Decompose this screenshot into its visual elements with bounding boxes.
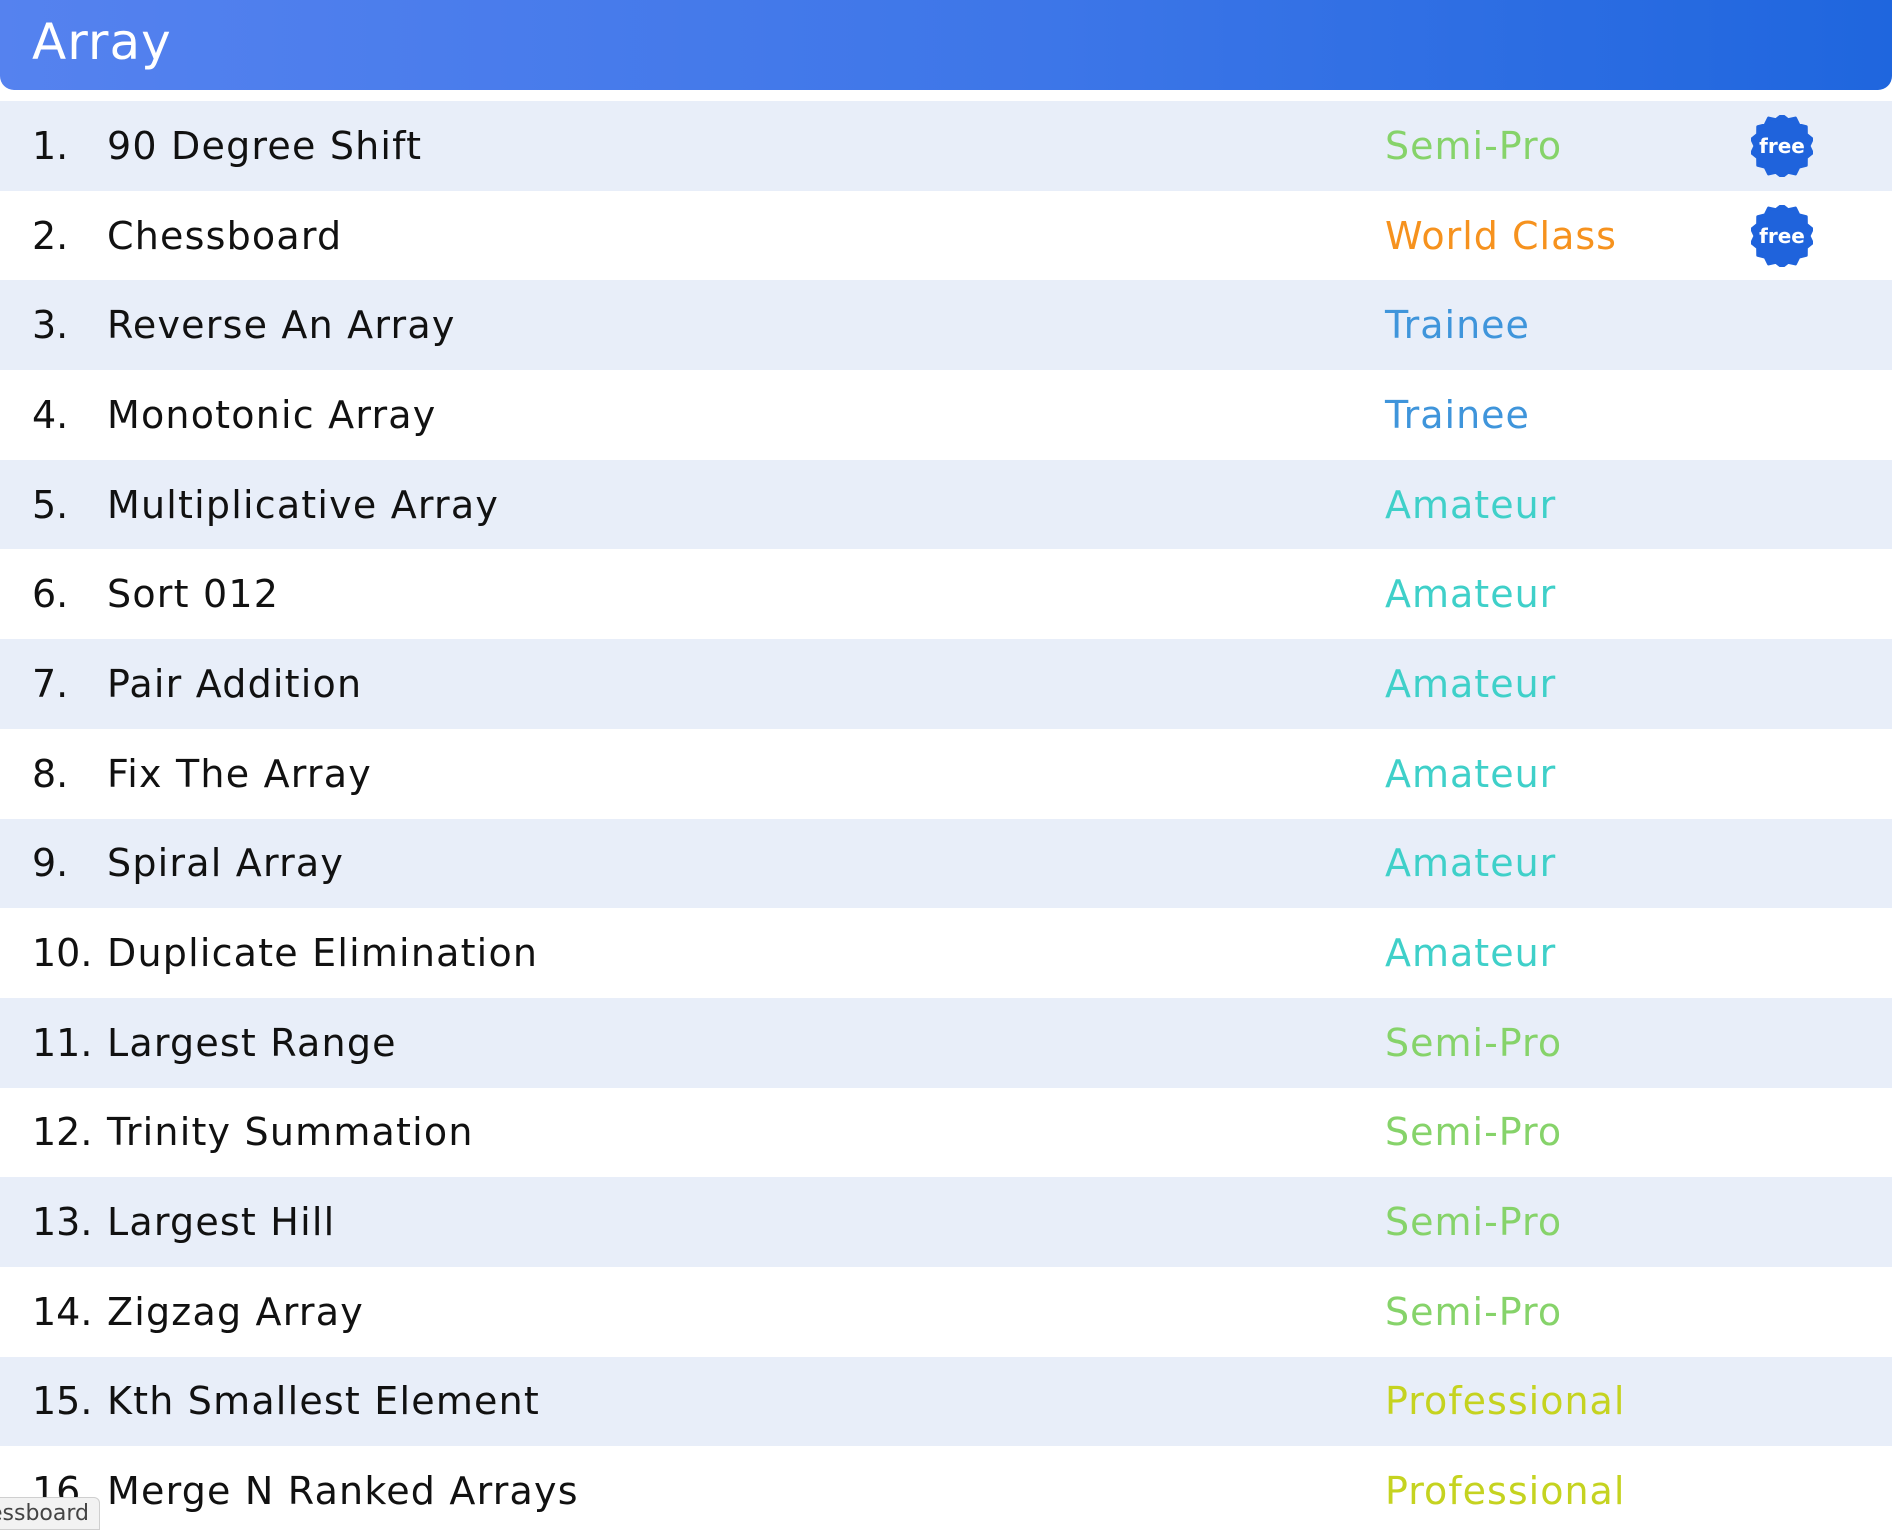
difficulty-label: Semi-Pro [1385,123,1563,168]
problem-number: 1. [32,123,69,168]
problem-title-link[interactable]: Chessboard [107,214,342,258]
difficulty-label: Amateur [1385,841,1557,886]
problem-number: 10. [32,931,93,976]
problem-row[interactable]: 11. Largest Range Semi-Pro [0,997,1892,1088]
problem-number: 11. [32,1020,93,1065]
free-badge-icon: free [1751,204,1813,267]
problem-title-link[interactable]: Monotonic Array [107,393,436,437]
problem-row[interactable]: 5. Multiplicative Array Amateur [0,459,1892,550]
problem-number: 8. [32,751,69,796]
problem-row[interactable]: 2. Chessboard World Class free [0,190,1892,281]
difficulty-label: Semi-Pro [1385,1020,1563,1065]
problem-row[interactable]: 14. Zigzag Array Semi-Pro [0,1266,1892,1357]
problem-title-link[interactable]: Largest Hill [107,1200,335,1244]
problem-title-link[interactable]: Kth Smallest Element [107,1379,540,1423]
difficulty-label: Semi-Pro [1385,1110,1563,1155]
problem-number: 13. [32,1200,93,1245]
problem-number: 2. [32,213,69,258]
tooltip-text: essboard [0,1501,89,1526]
section-title: Array [32,13,172,71]
problem-title-link[interactable]: Zigzag Array [107,1290,364,1334]
problem-row[interactable]: 6. Sort 012 Amateur [0,549,1892,640]
problem-title-link[interactable]: Spiral Array [107,841,344,885]
problem-row[interactable]: 4. Monotonic Array Trainee [0,370,1892,460]
hover-tooltip: essboard [0,1497,100,1530]
difficulty-label: Trainee [1385,392,1530,437]
svg-text:free: free [1759,134,1805,158]
problem-number: 7. [32,661,69,706]
svg-text:free: free [1759,224,1805,248]
difficulty-label: Amateur [1385,751,1557,796]
problem-title-link[interactable]: Multiplicative Array [107,483,499,527]
problem-number: 4. [32,392,69,437]
problem-title-link[interactable]: Largest Range [107,1021,397,1065]
difficulty-label: Semi-Pro [1385,1200,1563,1245]
difficulty-label: Amateur [1385,661,1557,706]
difficulty-label: Amateur [1385,572,1557,617]
problem-number: 3. [32,303,69,348]
difficulty-label: Professional [1385,1379,1626,1424]
problem-title-link[interactable]: Merge N Ranked Arrays [107,1469,579,1513]
problem-title-link[interactable]: Trinity Summation [107,1110,474,1154]
problem-row[interactable]: 16. Merge N Ranked Arrays Professional [0,1446,1892,1530]
problem-row[interactable]: 3. Reverse An Array Trainee [0,280,1892,371]
problem-title-link[interactable]: 90 Degree Shift [107,124,422,168]
free-badge-icon: free [1751,114,1813,177]
problem-number: 15. [32,1379,93,1424]
problem-title-link[interactable]: Reverse An Array [107,303,456,347]
problem-title-link[interactable]: Fix The Array [107,752,372,796]
problem-row[interactable]: 15. Kth Smallest Element Professional [0,1356,1892,1447]
problem-title-link[interactable]: Pair Addition [107,662,362,706]
problem-number: 6. [32,572,69,617]
problem-row[interactable]: 13. Largest Hill Semi-Pro [0,1177,1892,1267]
problem-list-page: Array 1. 90 Degree Shift Semi-Pro free 2. Che… [0,0,1892,1530]
difficulty-label: World Class [1385,213,1617,258]
problem-number: 14. [32,1289,93,1334]
difficulty-label: Amateur [1385,931,1557,976]
problem-number: 5. [32,482,69,527]
difficulty-label: Trainee [1385,303,1530,348]
problem-row[interactable]: 9. Spiral Array Amateur [0,818,1892,909]
problem-row[interactable]: 1. 90 Degree Shift Semi-Pro free [0,101,1892,191]
problem-title-link[interactable]: Sort 012 [107,572,279,616]
section-header: Array [0,0,1892,90]
problem-row[interactable]: 7. Pair Addition Amateur [0,639,1892,729]
difficulty-label: Professional [1385,1469,1626,1514]
problem-title-link[interactable]: Duplicate Elimination [107,931,538,975]
problem-number: 9. [32,841,69,886]
problem-number: 12. [32,1110,93,1155]
problem-row[interactable]: 12. Trinity Summation Semi-Pro [0,1087,1892,1178]
difficulty-label: Semi-Pro [1385,1289,1563,1334]
problem-list: 1. 90 Degree Shift Semi-Pro free 2. Chessboar… [0,101,1892,1530]
problem-row[interactable]: 8. Fix The Array Amateur [0,728,1892,819]
difficulty-label: Amateur [1385,482,1557,527]
problem-row[interactable]: 10. Duplicate Elimination Amateur [0,908,1892,998]
